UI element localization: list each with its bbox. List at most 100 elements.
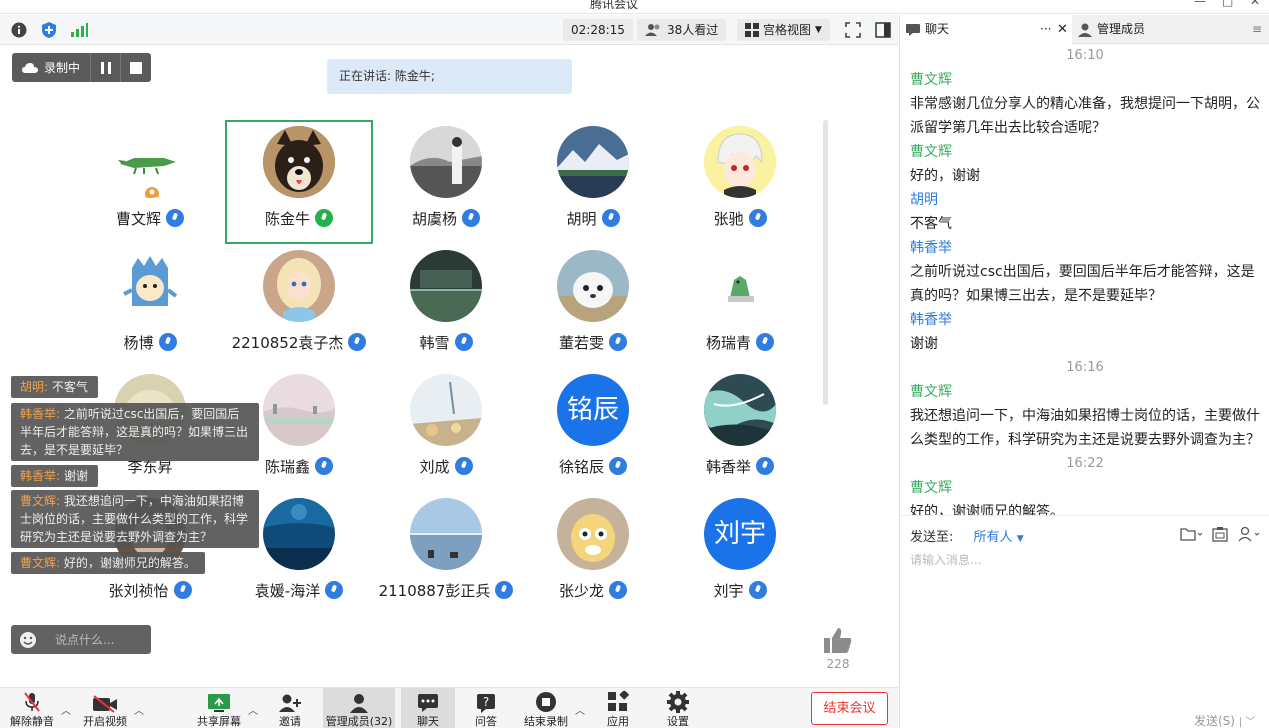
chat-message: 之前听说过csc出国后，要回国后半年后才能答辩，这是真的吗？如果博三出去，是不是…	[910, 264, 1255, 304]
close-tab-icon[interactable]: ✕	[1057, 15, 1068, 44]
participant-tile-active-speaker[interactable]: 陈金牛	[225, 120, 373, 244]
start-video-button[interactable]: 开启视频	[78, 688, 132, 728]
avatar	[114, 250, 186, 322]
pause-recording-button[interactable]	[90, 53, 120, 82]
meeting-toolbar: 02:28:15 38人看过 宫格视图 ▼	[0, 15, 898, 45]
chat-timestamp: 16:22	[1066, 456, 1104, 471]
maximize-icon[interactable]: □	[1222, 0, 1233, 8]
fullscreen-icon[interactable]	[844, 21, 862, 39]
bottom-toolbar: 解除静音 ︿ 开启视频 ︿ 共享屏幕 ︿ 邀请 管理成员(32) 聊天 ? 问答…	[0, 687, 898, 728]
manage-members-button[interactable]: 管理成员(32)	[323, 688, 395, 728]
participant-tile[interactable]: 张驰	[666, 120, 814, 244]
participant-tile[interactable]: 韩香举	[666, 368, 814, 492]
stop-recording-bottom-button[interactable]: 结束录制	[519, 688, 573, 728]
stop-recording-button[interactable]	[120, 53, 151, 82]
settings-button[interactable]: 设置	[651, 688, 705, 728]
thumbs-up-icon	[824, 628, 852, 653]
participant-name: 董若雯	[558, 334, 604, 352]
share-options-caret-icon[interactable]: ︿	[248, 702, 258, 717]
view-mode-label: 宫格视图	[763, 23, 812, 37]
participant-name: 2210852袁子杰	[231, 334, 344, 352]
video-grid-area: 录制中 正在讲话: 陈金牛; 曹文辉 陈金牛 胡虞杨 胡明 张驰 杨博 2210…	[0, 46, 898, 686]
chat-button[interactable]: 聊天	[401, 688, 455, 728]
emoji-icon[interactable]	[19, 631, 37, 649]
qa-button[interactable]: ? 问答	[459, 688, 513, 728]
add-user-icon	[279, 694, 301, 712]
avatar: 刘宇	[704, 498, 776, 570]
share-screen-icon	[208, 694, 230, 712]
participant-tile[interactable]: 韩雪	[372, 244, 520, 368]
speaking-indicator: 正在讲话: 陈金牛;	[327, 59, 572, 94]
send-button[interactable]: 发送(S) | ﹀	[1194, 712, 1255, 728]
viewers-button[interactable]: 38人看过	[637, 19, 727, 41]
participant-tile[interactable]: 张少龙	[519, 492, 667, 616]
participant-name: 胡虞杨	[411, 210, 457, 228]
screenshot-icon[interactable]	[1212, 526, 1228, 546]
viewers-count: 38人看过	[667, 23, 719, 37]
tab-chat[interactable]: 聊天 ··· ✕	[900, 15, 1072, 44]
like-button[interactable]: 228	[822, 626, 854, 671]
participant-tile[interactable]: 2110887彭正兵	[372, 492, 520, 616]
chat-overlay-message: 曹文辉: 我还想追问一下，中海油如果招博士岗位的话，主要做什么类型的工作，科学研…	[11, 490, 259, 548]
chat-sender: 曹文辉	[910, 384, 952, 400]
participant-tile[interactable]: 曹文辉	[76, 120, 224, 244]
panel-menu-icon[interactable]: ≡	[1252, 22, 1262, 36]
participant-tile[interactable]: 刘宇 刘宇	[666, 492, 814, 616]
mic-icon	[748, 581, 767, 599]
chat-timestamp: 16:16	[1066, 360, 1104, 375]
record-stop-icon	[536, 692, 556, 712]
participant-tile[interactable]: 杨博	[76, 244, 224, 368]
share-screen-button[interactable]: 共享屏幕	[192, 688, 246, 728]
gear-icon	[667, 691, 689, 713]
side-panel: 聊天 ··· ✕ 管理成员 ≡ 16:10 曹文辉 非常感谢几位分享人的精心准备…	[899, 15, 1269, 728]
chat-sender: 曹文辉	[910, 480, 952, 496]
participant-tile[interactable]: 董若雯	[519, 244, 667, 368]
mic-icon	[609, 581, 627, 599]
participant-tile[interactable]: 刘成	[372, 368, 520, 492]
chat-icon	[418, 694, 438, 712]
tab-members[interactable]: 管理成员	[1076, 15, 1246, 44]
chat-message: 好的，谢谢	[910, 168, 980, 184]
folder-icon[interactable]	[1180, 527, 1203, 545]
member-select-icon[interactable]	[1238, 526, 1262, 546]
grid-scrollbar[interactable]	[823, 120, 828, 405]
members-icon	[1078, 23, 1092, 37]
close-window-icon[interactable]: ✕	[1250, 0, 1260, 8]
apps-button[interactable]: 应用	[591, 688, 645, 728]
signal-icon[interactable]	[70, 21, 88, 39]
unmute-button[interactable]: 解除静音	[5, 688, 59, 728]
more-options-icon[interactable]: ···	[1040, 15, 1051, 44]
pause-icon	[100, 61, 111, 74]
chat-sender: 胡明	[910, 192, 938, 208]
minimize-icon[interactable]: —	[1194, 0, 1206, 8]
participant-tile[interactable]: 铭辰 徐铭辰	[519, 368, 667, 492]
avatar	[557, 250, 629, 322]
chat-message: 不客气	[910, 216, 952, 232]
svg-text:?: ?	[483, 695, 489, 709]
quick-chat-input[interactable]: 说点什么...	[11, 625, 151, 654]
participant-tile[interactable]: 杨瑞青	[666, 244, 814, 368]
avatar	[114, 126, 186, 198]
recording-options-caret-icon[interactable]: ︿	[575, 702, 585, 717]
participant-tile[interactable]: 胡明	[519, 120, 667, 244]
video-options-caret-icon[interactable]: ︿	[134, 702, 144, 717]
participant-tile[interactable]: 胡虞杨	[372, 120, 520, 244]
info-icon[interactable]	[10, 21, 28, 39]
chat-message: 谢谢	[910, 336, 938, 352]
cloud-icon	[21, 62, 38, 73]
audio-options-caret-icon[interactable]: ︿	[61, 702, 71, 717]
participant-name: 徐铭辰	[558, 458, 604, 476]
toggle-sidebar-icon[interactable]	[874, 21, 892, 39]
participant-tile[interactable]: 2210852袁子杰	[225, 244, 373, 368]
view-mode-select[interactable]: 宫格视图 ▼	[737, 19, 830, 41]
participant-name: 刘宇	[713, 582, 744, 600]
send-to-select[interactable]: 所有人 ▼	[974, 530, 1024, 545]
mic-icon	[454, 333, 473, 351]
mic-icon	[495, 581, 514, 599]
participant-name: 2110887彭正兵	[378, 582, 491, 600]
chat-sender: 韩香举	[910, 240, 952, 256]
chat-input[interactable]: 请输入消息...	[910, 551, 981, 568]
invite-button[interactable]: 邀请	[263, 688, 317, 728]
end-meeting-button[interactable]: 结束会议	[811, 692, 888, 725]
security-shield-icon[interactable]	[40, 21, 58, 39]
